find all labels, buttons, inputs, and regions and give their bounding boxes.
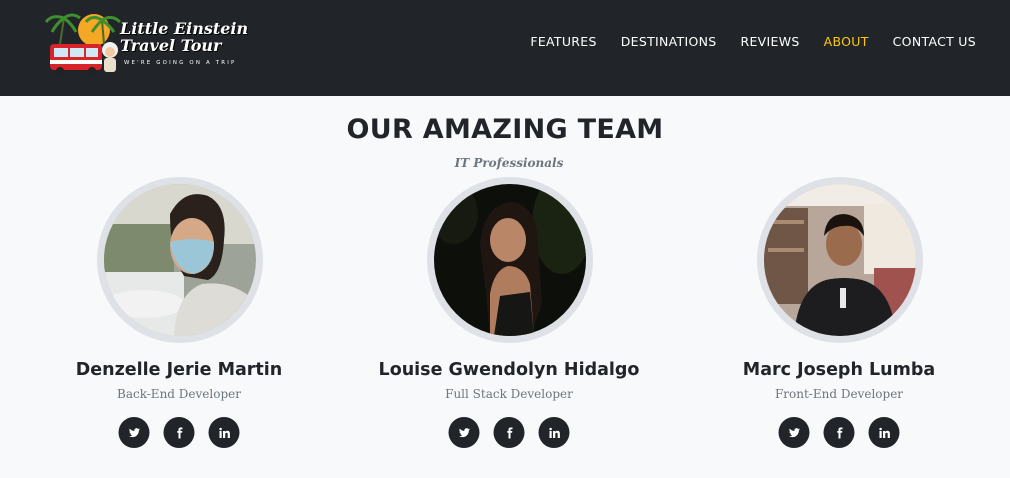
facebook-icon (506, 427, 512, 438)
team-member-card: Denzelle Jerie Martin Back-End Developer (14, 177, 344, 457)
nav-link-destinations[interactable]: DESTINATIONS (609, 34, 729, 49)
brand-title-line1: Little Einstein (120, 19, 249, 38)
member-name: Marc Joseph Lumba (742, 360, 936, 380)
linkedin-button[interactable] (868, 417, 900, 448)
linkedin-icon (878, 427, 890, 438)
facebook-icon (836, 427, 842, 438)
social-links (778, 417, 900, 448)
brand-title: Little Einstein Travel Tour (120, 20, 250, 54)
facebook-button[interactable] (823, 417, 855, 448)
twitter-button[interactable] (118, 417, 150, 448)
social-links (118, 417, 240, 448)
nav-link-contact-us[interactable]: CONTACT US (881, 34, 988, 49)
social-links (448, 417, 570, 448)
member-photo (764, 184, 916, 336)
avatar (427, 177, 593, 343)
twitter-button[interactable] (448, 417, 480, 448)
avatar (97, 177, 263, 343)
twitter-button[interactable] (778, 417, 810, 448)
navbar: Little Einstein Travel Tour WE'RE GOING … (0, 0, 1010, 96)
facebook-icon (176, 427, 182, 438)
team-member-card: Marc Joseph Lumba Front-End Developer (674, 177, 1004, 457)
facebook-button[interactable] (163, 417, 195, 448)
member-name: Denzelle Jerie Martin (75, 360, 283, 380)
avatar (757, 177, 923, 343)
nav-link-about[interactable]: ABOUT (812, 34, 881, 49)
nav-link-features[interactable]: FEATURES (518, 34, 608, 49)
member-role: Back-End Developer (117, 387, 241, 401)
logo-icon (44, 13, 122, 75)
linkedin-icon (218, 427, 230, 438)
linkedin-icon (548, 427, 560, 438)
member-role: Full Stack Developer (445, 387, 573, 401)
member-role: Front-End Developer (774, 387, 904, 401)
brand-logo[interactable]: Little Einstein Travel Tour WE'RE GOING … (42, 10, 248, 76)
nav-link-reviews[interactable]: REVIEWS (729, 34, 812, 49)
team-member-card: Louise Gwendolyn Hidalgo Full Stack Deve… (344, 177, 674, 457)
twitter-icon (788, 427, 800, 437)
member-name: Louise Gwendolyn Hidalgo (378, 360, 640, 380)
brand-title-line2: Travel Tour (120, 36, 222, 55)
nav-menu: FEATURES DESTINATIONS REVIEWS ABOUT CONT… (518, 34, 988, 49)
facebook-button[interactable] (493, 417, 525, 448)
member-photo (104, 184, 256, 336)
linkedin-button[interactable] (208, 417, 240, 448)
member-photo (434, 184, 586, 336)
brand-tagline: WE'RE GOING ON A TRIP (124, 60, 237, 66)
linkedin-button[interactable] (538, 417, 570, 448)
twitter-icon (128, 427, 140, 437)
section-heading: OUR AMAZING TEAM (346, 114, 664, 145)
section-subheading: IT Professionals (454, 156, 564, 170)
twitter-icon (458, 427, 470, 437)
